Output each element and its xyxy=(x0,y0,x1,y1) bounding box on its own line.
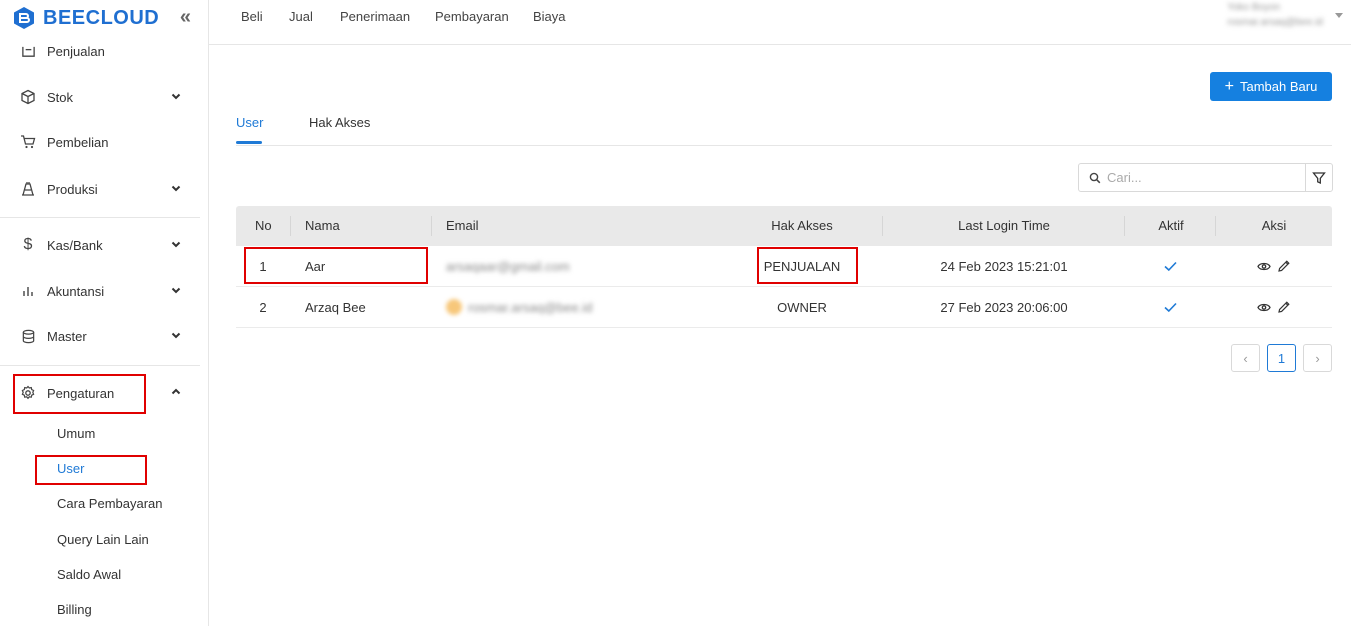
tabs-divider xyxy=(236,145,1332,146)
box-icon xyxy=(20,89,36,105)
user-email: rosmar.arsaq@bee.id xyxy=(1227,17,1323,28)
header-aksi: Aksi xyxy=(1261,218,1287,233)
chevron-down-icon xyxy=(171,93,181,100)
sidebar-item-penjualan[interactable]: Penjualan xyxy=(0,31,208,71)
highlight-hak-akses xyxy=(757,247,858,284)
cell-email: arsaqaar@gmail.com xyxy=(446,259,570,274)
sidebar-item-akuntansi[interactable]: Akuntansi xyxy=(0,271,208,311)
email-avatar xyxy=(446,299,462,315)
dollar-icon: $ xyxy=(23,236,33,253)
header-no: No xyxy=(255,218,272,233)
caret-down-icon[interactable] xyxy=(1335,13,1343,18)
sidebar-item-label: Kas/Bank xyxy=(47,237,103,253)
check-icon xyxy=(1164,261,1177,272)
filter-button[interactable] xyxy=(1305,163,1333,192)
sidebar-item-label: Penjualan xyxy=(47,43,105,59)
filter-icon xyxy=(1312,171,1326,184)
chevron-up-icon xyxy=(171,388,181,395)
chevron-down-icon xyxy=(171,287,181,294)
database-icon xyxy=(20,328,36,344)
tab-user[interactable]: User xyxy=(236,115,263,130)
search-box xyxy=(1078,163,1306,192)
cell-nama: Arzaq Bee xyxy=(305,300,366,315)
view-eye-icon[interactable] xyxy=(1257,261,1271,272)
add-user-label: Tambah Baru xyxy=(1240,79,1318,94)
check-icon xyxy=(1164,302,1177,313)
highlight-user-name xyxy=(244,247,428,284)
edit-pencil-icon[interactable] xyxy=(1277,300,1291,314)
tab-hak-akses[interactable]: Hak Akses xyxy=(309,115,370,130)
topnav-biaya[interactable]: Biaya xyxy=(533,9,566,24)
sidebar-item-label: Stok xyxy=(47,89,74,105)
sidebar-item-produksi[interactable]: Produksi xyxy=(0,169,208,209)
active-tab-indicator xyxy=(236,141,262,144)
sidebar-item-kas-bank[interactable]: $ Kas/Bank xyxy=(0,225,208,265)
table-header: No Nama Email Hak Akses Last Login Time … xyxy=(236,206,1332,246)
table-row[interactable]: 2 Arzaq Bee rosmar.arsaq@bee.id OWNER 27… xyxy=(236,287,1332,328)
header-hak-akses: Hak Akses xyxy=(771,218,833,233)
search-input[interactable] xyxy=(1107,170,1297,185)
highlight-user-menu xyxy=(35,455,147,485)
sidebar-subitem-cara-pembayaran[interactable]: Cara Pembayaran xyxy=(57,496,163,511)
cell-email: rosmar.arsaq@bee.id xyxy=(468,300,593,315)
topnav-jual[interactable]: Jual xyxy=(289,9,313,24)
chevron-left-icon: ‹ xyxy=(1243,350,1248,366)
cart-icon xyxy=(20,134,36,150)
pagination-page-1[interactable]: 1 xyxy=(1267,344,1296,372)
sidebar-item-label: Produksi xyxy=(47,181,98,197)
header-email: Email xyxy=(446,218,479,233)
user-name: Yoko Boyon xyxy=(1227,2,1281,13)
header-last-login: Last Login Time xyxy=(958,218,1050,233)
chevron-down-icon xyxy=(171,241,181,248)
bar-chart-icon xyxy=(20,283,36,299)
chevron-down-icon xyxy=(171,185,181,192)
highlight-pengaturan xyxy=(13,374,146,414)
pagination-prev-button[interactable]: ‹ xyxy=(1231,344,1260,372)
cell-last-login: 24 Feb 2023 15:21:01 xyxy=(940,259,1068,274)
chevron-down-icon xyxy=(171,332,181,339)
sidebar-divider xyxy=(0,217,200,218)
header-separator xyxy=(1215,216,1216,236)
header-aktif: Aktif xyxy=(1158,218,1184,233)
chevron-right-icon: › xyxy=(1315,350,1320,366)
sidebar-subitem-umum[interactable]: Umum xyxy=(57,426,95,441)
header-separator xyxy=(882,216,883,236)
header-separator xyxy=(431,216,432,236)
sidebar-divider xyxy=(0,365,200,366)
cell-last-login: 27 Feb 2023 20:06:00 xyxy=(940,300,1068,315)
receipt-icon xyxy=(20,43,36,59)
plus-icon: + xyxy=(1224,77,1234,95)
collapse-sidebar-icon[interactable]: « xyxy=(180,6,191,29)
cell-no: 2 xyxy=(259,300,267,315)
topnav-pembayaran[interactable]: Pembayaran xyxy=(435,9,509,24)
topnav-beli[interactable]: Beli xyxy=(241,9,263,24)
user-menu[interactable]: Yoko Boyon rosmar.arsaq@bee.id xyxy=(1227,2,1323,28)
sidebar-item-pembelian[interactable]: Pembelian xyxy=(0,122,208,162)
edit-pencil-icon[interactable] xyxy=(1277,259,1291,273)
factory-icon xyxy=(20,181,36,197)
header-nama: Nama xyxy=(305,218,340,233)
sidebar-item-label: Akuntansi xyxy=(47,283,105,299)
header-separator xyxy=(290,216,291,236)
sidebar-item-label: Pembelian xyxy=(47,134,109,150)
sidebar-subitem-saldo-awal[interactable]: Saldo Awal xyxy=(57,567,121,582)
logo-hex-icon xyxy=(14,7,34,29)
header-separator xyxy=(1124,216,1125,236)
view-eye-icon[interactable] xyxy=(1257,302,1271,313)
sidebar-subitem-billing[interactable]: Billing xyxy=(57,602,92,617)
search-icon xyxy=(1089,172,1101,183)
pagination-next-button[interactable]: › xyxy=(1303,344,1332,372)
top-bar: Beli Jual Penerimaan Pembayaran Biaya Yo… xyxy=(209,0,1351,45)
sidebar: BEECLOUD « Penjualan Stok Pembelian Prod… xyxy=(0,0,209,626)
logo: BEECLOUD « xyxy=(12,5,197,31)
sidebar-item-label: Master xyxy=(47,328,87,344)
sidebar-item-master[interactable]: Master xyxy=(0,316,208,356)
logo-text: BEECLOUD xyxy=(43,6,160,29)
sidebar-subitem-query-lain-lain[interactable]: Query Lain Lain xyxy=(57,532,149,547)
topnav-penerimaan[interactable]: Penerimaan xyxy=(340,9,410,24)
cell-hak-akses: OWNER xyxy=(777,300,827,315)
sidebar-item-stok[interactable]: Stok xyxy=(0,77,208,117)
add-user-button[interactable]: + Tambah Baru xyxy=(1210,72,1332,101)
